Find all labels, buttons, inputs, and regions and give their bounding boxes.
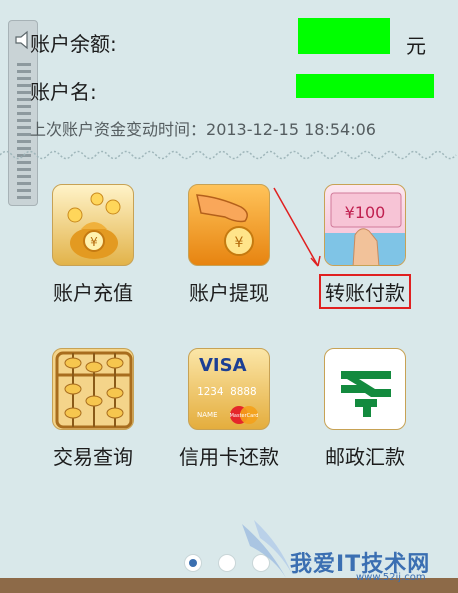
banknote-value: ¥100 bbox=[345, 203, 386, 222]
last-change-time: 2013-12-15 18:54:06 bbox=[206, 120, 376, 139]
hand-coin-icon: ¥ bbox=[188, 184, 270, 266]
tile-postal-remittance[interactable]: 邮政汇款 bbox=[300, 348, 430, 471]
svg-text:¥: ¥ bbox=[90, 235, 98, 249]
balance-redaction bbox=[298, 18, 390, 54]
money-bag-icon: ¥ bbox=[52, 184, 134, 266]
balance-label: 账户余额: bbox=[30, 32, 117, 56]
svg-text:¥: ¥ bbox=[235, 235, 244, 251]
credit-card-icon: VISA 1234 8888 NAME MasterCard bbox=[188, 348, 270, 430]
card-number: 1234 8888 bbox=[197, 385, 257, 398]
tile-account-recharge[interactable]: ¥ 账户充值 bbox=[28, 184, 158, 307]
currency-unit: 元 bbox=[406, 34, 426, 58]
tile-label: 信用卡还款 bbox=[179, 445, 279, 469]
tile-transaction-query[interactable]: 交易查询 bbox=[28, 348, 158, 471]
tile-credit-card-repayment[interactable]: VISA 1234 8888 NAME MasterCard 信用卡还款 bbox=[164, 348, 294, 471]
card-logo: MasterCard bbox=[230, 413, 259, 419]
banknote-hand-icon: ¥100 bbox=[324, 184, 406, 266]
tile-label: 账户提现 bbox=[189, 281, 269, 305]
page-dot-1[interactable] bbox=[184, 554, 202, 572]
card-brand: VISA bbox=[199, 355, 247, 376]
account-name-label: 账户名: bbox=[30, 80, 97, 104]
abacus-icon bbox=[52, 348, 134, 430]
tile-label: 交易查询 bbox=[53, 445, 133, 469]
card-name: NAME bbox=[197, 411, 218, 419]
tile-label-highlighted: 转账付款 bbox=[319, 274, 411, 309]
tile-label: 账户充值 bbox=[53, 281, 133, 305]
annotation-arrow bbox=[273, 187, 321, 267]
account-name-redaction bbox=[296, 74, 434, 98]
last-change-info: 上次账户资金变动时间：2013-12-15 18:54:06 bbox=[30, 116, 376, 140]
tile-label: 邮政汇款 bbox=[325, 445, 405, 469]
watermark-url: www.52ij.com bbox=[356, 572, 426, 583]
last-change-label: 上次账户资金变动时间： bbox=[30, 120, 207, 139]
scroll-grip-icon bbox=[17, 63, 31, 199]
china-post-icon bbox=[324, 348, 406, 430]
page-dot-2[interactable] bbox=[218, 554, 236, 572]
wavy-divider bbox=[0, 150, 457, 160]
